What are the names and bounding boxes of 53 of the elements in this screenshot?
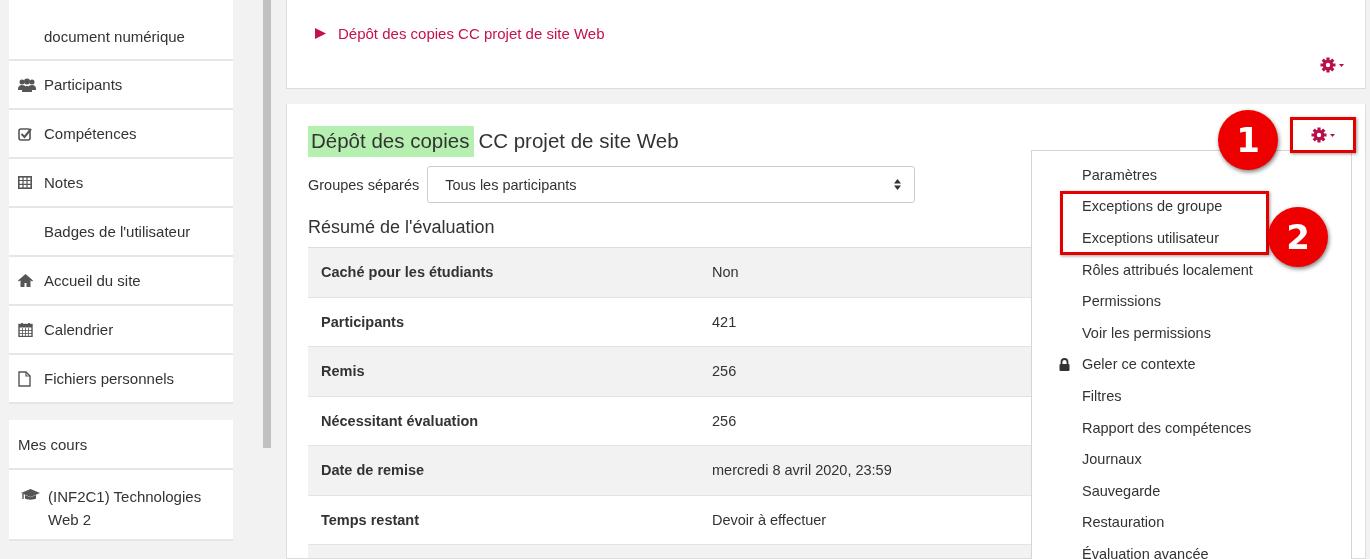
menu-item[interactable]: Voir les permissions — [1082, 323, 1211, 342]
sidebar-item[interactable]: Notes — [9, 159, 233, 208]
menu-item[interactable]: Filtres — [1082, 386, 1122, 405]
menu-item[interactable]: Exceptions utilisateur — [1082, 229, 1219, 247]
block-title: Mes cours — [9, 420, 233, 470]
course-link[interactable]: (INF2C1) Technologies Web 2 — [9, 470, 233, 541]
table-cell-text: Remis — [320, 363, 366, 380]
lock-icon — [1059, 357, 1070, 371]
file-icon — [18, 370, 31, 387]
users-icon — [18, 77, 36, 92]
highlight-frame — [1290, 117, 1356, 153]
sort-caret-icon — [894, 179, 902, 190]
scrollbar-thumb[interactable] — [263, 0, 271, 448]
calendar-icon — [18, 322, 33, 337]
menu-item[interactable]: Geler ce contexte — [1059, 355, 1196, 374]
menu-item[interactable]: Rôles attribués localement — [1082, 260, 1253, 279]
checkbox-icon — [18, 126, 32, 141]
sidebar-item[interactable]: document numérique — [9, 0, 233, 61]
sidebar-item[interactable]: Fichiers personnels — [9, 355, 233, 404]
table-cell: Non — [712, 264, 739, 281]
table-cell-text: Temps restant — [320, 511, 421, 528]
table-cell-text: Participants — [320, 313, 405, 330]
table-cell: Devoir à effectuer — [712, 511, 827, 528]
menu-item[interactable]: Exceptions de groupe — [1082, 197, 1223, 216]
table-cell: 421 — [712, 313, 737, 330]
menu-item[interactable]: Paramètres — [1082, 165, 1157, 184]
home-icon — [18, 274, 33, 287]
triangle-icon — [315, 27, 326, 39]
sidebar-item[interactable]: Calendrier — [9, 306, 233, 355]
settings-icon[interactable] — [1320, 57, 1344, 73]
table-cell-text: Nécessitant évaluation — [320, 412, 480, 429]
breadcrumb-link[interactable]: Dépôt des copies CC projet de site Web — [338, 24, 605, 42]
menu-item[interactable]: Rapport des compétences — [1082, 418, 1252, 437]
sidebar-item[interactable]: Badges de l'utilisateur — [9, 208, 233, 257]
menu-item[interactable]: Évaluation avancée — [1082, 544, 1209, 559]
menu-item[interactable]: Restauration — [1082, 513, 1165, 532]
graduation-cap-icon — [21, 489, 40, 502]
table-icon — [18, 176, 32, 189]
menu-item[interactable]: Permissions — [1082, 292, 1161, 311]
sidebar-item[interactable]: Compétences — [9, 110, 233, 159]
table-cell: 256 — [712, 412, 737, 429]
section-heading: Résumé de l'évaluation — [308, 215, 495, 239]
menu-item[interactable]: Sauvegarde — [1082, 481, 1161, 500]
sidebar-item[interactable]: Accueil du site — [9, 257, 233, 306]
table-cell-text: Date de remise — [320, 462, 426, 479]
menu-item[interactable]: Journaux — [1082, 450, 1142, 469]
table-cell-text: Caché pour les étudiants — [320, 264, 495, 281]
settings-icon[interactable] — [1311, 127, 1335, 143]
group-mode-label: Groupes séparés — [308, 176, 420, 193]
table-cell: mercredi 8 avril 2020, 23:59 — [712, 462, 892, 479]
sidebar-item[interactable]: Participants — [9, 61, 233, 110]
table-cell: 256 — [712, 363, 737, 380]
group-select[interactable]: Tous les participants — [427, 166, 916, 203]
